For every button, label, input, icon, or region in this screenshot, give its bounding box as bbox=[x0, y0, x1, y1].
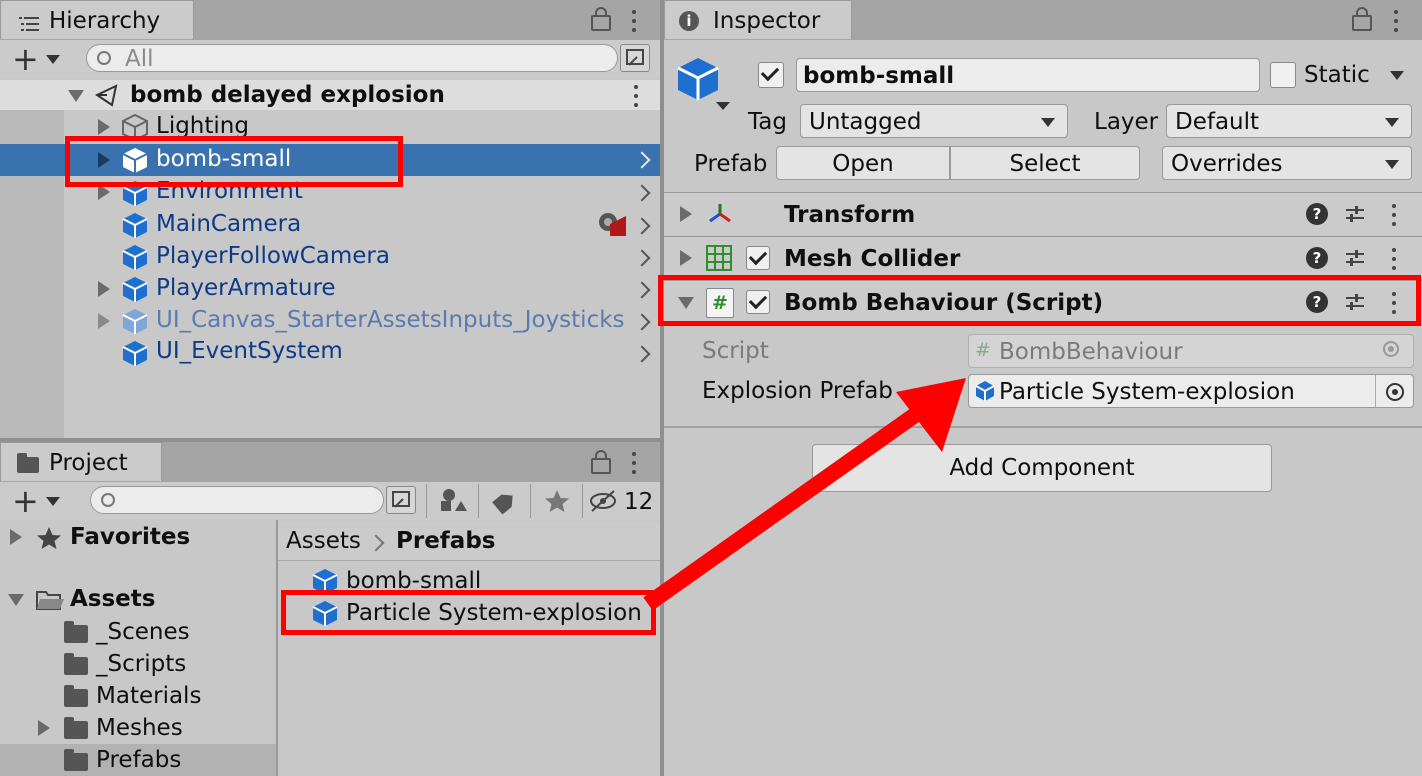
drag-arrow bbox=[643, 378, 966, 611]
